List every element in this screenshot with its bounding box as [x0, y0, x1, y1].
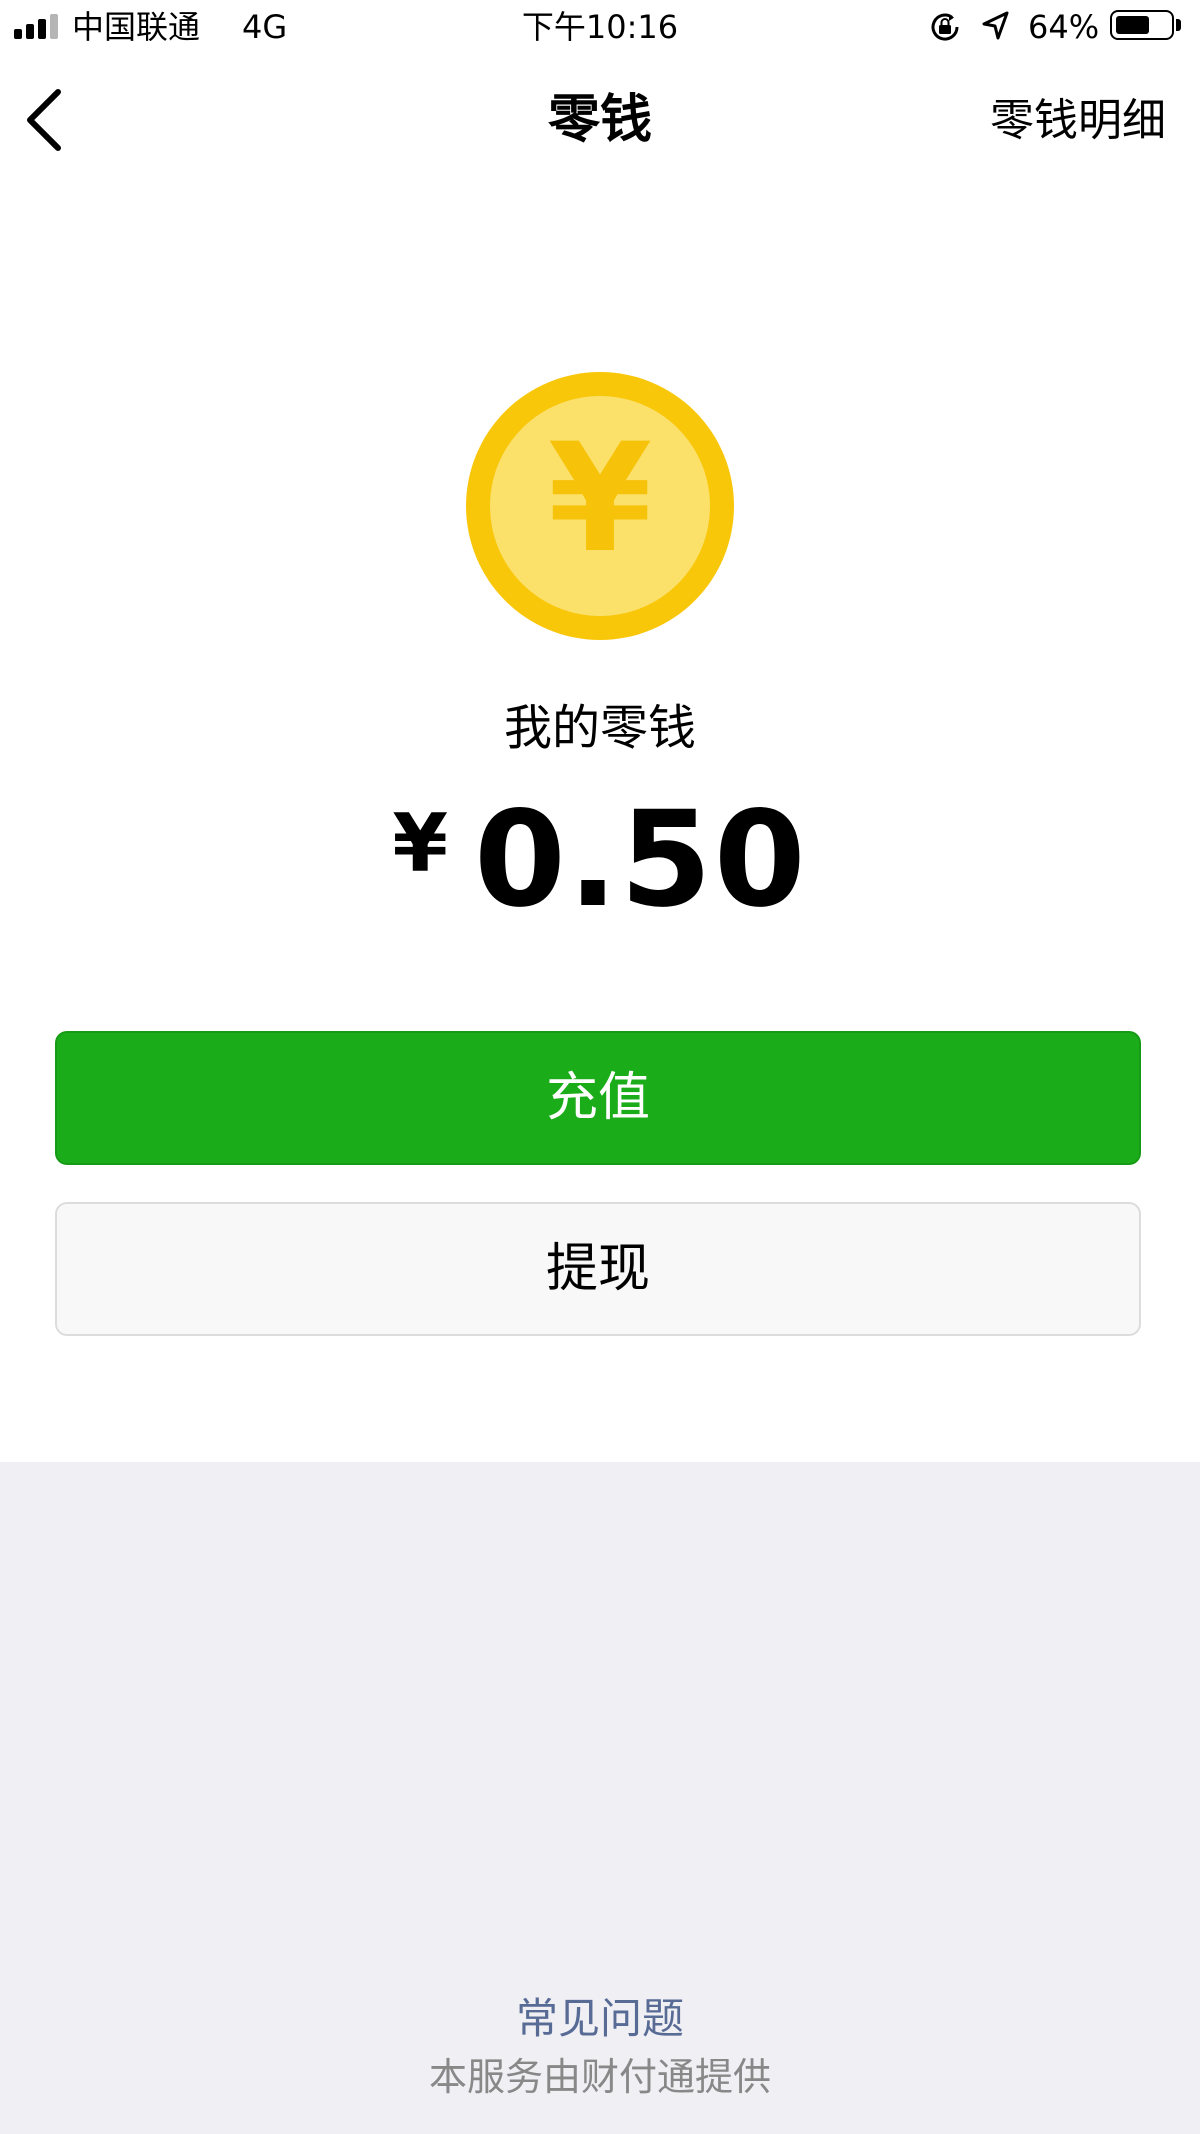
provider-note: 本服务由财付通提供	[428, 2055, 771, 2099]
status-bar: 中国联通 4G 下午10:16 64%	[0, 0, 1200, 54]
location-icon	[982, 11, 1009, 40]
status-time: 下午10:16	[521, 8, 679, 46]
withdraw-button[interactable]: 提现	[55, 1202, 1141, 1336]
coin-symbol: ¥	[548, 412, 652, 586]
balance-value: 0.50	[473, 783, 808, 937]
battery-nub	[1176, 19, 1181, 31]
balance-label: 我的零钱	[503, 700, 696, 756]
faq-link[interactable]: 常见问题	[0, 1994, 1200, 2044]
currency-symbol: ¥	[392, 797, 448, 890]
battery-icon	[1110, 10, 1174, 40]
change-details-link[interactable]: 零钱明细	[990, 95, 1166, 147]
balance-amount: ¥0.50	[0, 794, 1200, 926]
recharge-button[interactable]: 充值	[55, 1031, 1141, 1165]
yuan-coin-icon: ¥	[466, 372, 734, 640]
orientation-lock-icon	[931, 13, 959, 41]
battery-percent: 64%	[1028, 8, 1100, 46]
nav-bar: 零钱 零钱明细	[0, 60, 1200, 180]
